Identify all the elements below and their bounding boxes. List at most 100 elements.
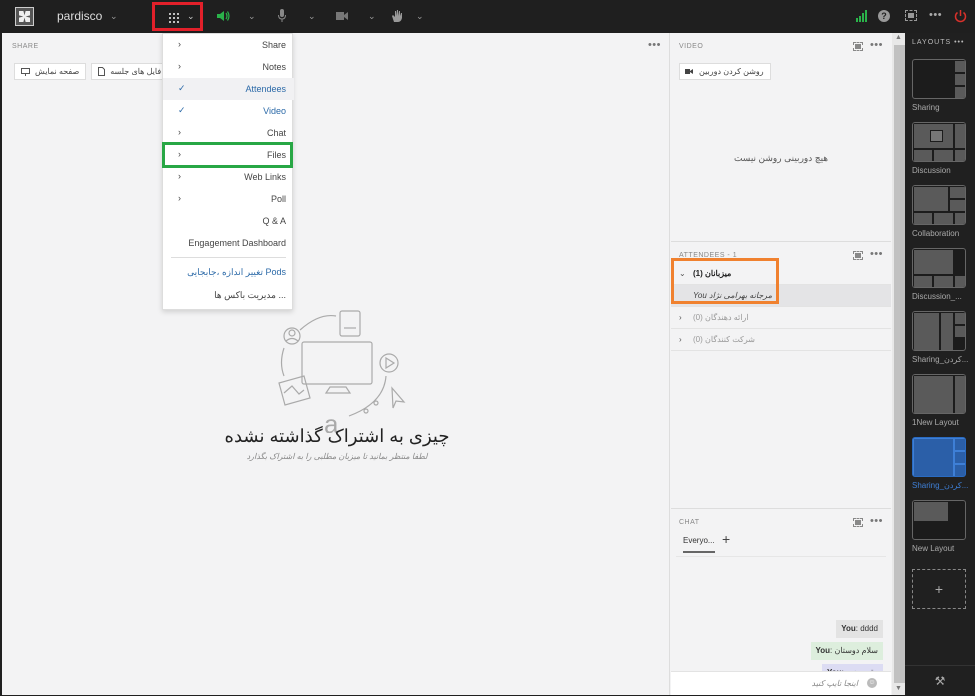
layouts-settings-icon[interactable]: ⚒	[905, 665, 975, 695]
layout-item-active[interactable]: Sharing_کردن...	[912, 437, 968, 490]
maximize-icon[interactable]	[853, 518, 863, 527]
menu-item-label: Chat	[266, 128, 286, 138]
chevron-right-icon: ›	[178, 39, 181, 49]
chevron-down-icon[interactable]: ⌄	[110, 11, 118, 22]
chevron-down-icon[interactable]: ⌄	[248, 11, 256, 22]
maximize-icon[interactable]	[853, 42, 863, 51]
chat-tab-everyone[interactable]: Everyo...	[683, 536, 715, 553]
video-more-icon[interactable]: •••	[870, 39, 883, 51]
camera-icon[interactable]	[336, 11, 349, 21]
layouts-sidebar: LAYOUTS ••• Sharing Discussion Collabora…	[905, 33, 975, 695]
maximize-icon[interactable]	[853, 251, 863, 260]
raise-hand-icon[interactable]	[391, 9, 403, 23]
share-files-button[interactable]: فایل های جلسه	[91, 63, 169, 80]
app-logo	[15, 7, 34, 26]
layouts-title[interactable]: LAYOUTS •••	[912, 39, 964, 46]
share-files-label: فایل های جلسه	[110, 67, 162, 76]
signal-icon	[856, 10, 867, 22]
chevron-right-icon: ›	[178, 193, 181, 203]
menu-item-share[interactable]: › Share	[163, 34, 294, 56]
menu-item-qa[interactable]: Q & A	[163, 210, 294, 232]
menu-item-video[interactable]: ✓ Video	[163, 100, 294, 122]
share-screen-label: صفحه نمایش	[35, 67, 80, 76]
chevron-down-icon[interactable]: ⌄	[368, 11, 376, 22]
pods-menu-button[interactable]: ⌄	[152, 2, 203, 31]
layout-name: Discussion_...	[912, 292, 962, 301]
check-icon: ✓	[178, 105, 186, 115]
chevron-right-icon: ›	[679, 313, 682, 322]
attendee-group-participants[interactable]: › شرکت کنندگان (0)	[671, 329, 891, 351]
menu-item-label: Notes	[262, 62, 286, 72]
turn-on-camera-label: روشن کردن دوربین	[699, 67, 764, 76]
menu-item-chat[interactable]: › Chat	[163, 122, 294, 144]
layout-item[interactable]: Collaboration	[912, 185, 966, 238]
menu-item-label: مدیریت باکس ها ...	[214, 290, 286, 300]
share-more-icon[interactable]: •••	[648, 39, 661, 51]
chat-placeholder: اینجا تایپ کنید	[811, 679, 859, 688]
speaker-icon[interactable]	[216, 10, 230, 22]
no-camera-message: هیچ دوربینی روشن نیست	[733, 153, 829, 163]
menu-item-engagement-dashboard[interactable]: Engagement Dashboard	[163, 232, 294, 254]
chat-pod: CHAT ••• Everyo... + You: dddd You: سلام…	[671, 508, 891, 695]
emoji-icon[interactable]: ☺	[867, 678, 877, 688]
attendees-more-icon[interactable]: •••	[870, 248, 883, 260]
chevron-down-icon[interactable]: ⌄	[308, 11, 316, 22]
attendee-group-presenters[interactable]: › ارائه دهندگان (0)	[671, 307, 891, 329]
layout-name: 1New Layout	[912, 418, 959, 427]
menu-item-label: Share	[261, 40, 286, 50]
menu-item-web-links[interactable]: › Web Links	[163, 166, 294, 188]
group-label: ارائه دهندگان (0)	[693, 313, 749, 322]
help-icon[interactable]: ?	[878, 10, 890, 22]
group-label: شرکت کنندگان (0)	[693, 335, 755, 344]
add-chat-tab-button[interactable]: +	[722, 531, 730, 547]
message-sender: You	[815, 646, 831, 655]
microphone-icon[interactable]	[278, 9, 286, 23]
chat-message: You: dddd	[836, 620, 883, 638]
layout-name: Collaboration	[912, 229, 960, 238]
layout-name: Sharing_کردن...	[912, 355, 969, 364]
add-layout-button[interactable]: +	[912, 569, 966, 609]
menu-item-attendees[interactable]: ✓ Attendees	[163, 78, 294, 100]
menu-divider	[171, 257, 286, 258]
fullscreen-icon[interactable]	[905, 10, 917, 21]
layout-name: New Layout	[912, 544, 955, 553]
power-icon[interactable]	[954, 9, 967, 23]
layout-item[interactable]: 1New Layout	[912, 374, 966, 427]
layout-item[interactable]: Sharing_کردن...	[912, 311, 968, 364]
video-pod: VIDEO ••• روشن کردن دوربین هیچ دوربینی ر…	[671, 33, 891, 241]
camera-icon	[685, 69, 693, 74]
menu-item-label: تغییر اندازه ،جابجایی Pods	[187, 267, 286, 277]
layout-thumbnail	[912, 248, 966, 288]
layout-item[interactable]: Discussion_...	[912, 248, 966, 301]
apps-grid-icon	[168, 12, 179, 23]
chat-title: CHAT	[679, 519, 700, 526]
more-icon[interactable]: •••	[929, 9, 942, 21]
chevron-right-icon: ›	[178, 171, 181, 181]
layout-thumbnail	[912, 59, 966, 99]
menu-item-notes[interactable]: › Notes	[163, 56, 294, 78]
chat-input[interactable]: اینجا تایپ کنید ☺	[671, 671, 891, 695]
layout-name: Sharing	[912, 103, 940, 112]
menu-item-manage-pods[interactable]: مدیریت باکس ها ...	[163, 284, 294, 306]
menu-item-move-resize-pods[interactable]: تغییر اندازه ،جابجایی Pods	[163, 261, 294, 283]
scroll-down-icon[interactable]: ▼	[895, 685, 902, 692]
layout-thumbnail	[912, 500, 966, 540]
menu-item-poll[interactable]: › Poll	[163, 188, 294, 210]
turn-on-camera-button[interactable]: روشن کردن دوربین	[679, 63, 771, 80]
chat-more-icon[interactable]: •••	[870, 515, 883, 527]
layout-item[interactable]: New Layout	[912, 500, 966, 553]
divider	[676, 556, 886, 557]
pods-dropdown-menu: › Share › Notes ✓ Attendees ✓ Video › Chat › F…	[162, 33, 294, 310]
attendees-highlight	[671, 258, 779, 304]
share-screen-button[interactable]: صفحه نمایش	[14, 63, 87, 80]
message-sender: You	[841, 624, 856, 633]
room-name[interactable]: pardisco	[57, 9, 102, 23]
scroll-thumb[interactable]	[894, 45, 905, 683]
menu-item-label: Engagement Dashboard	[188, 238, 286, 248]
layout-thumbnail	[912, 311, 966, 351]
layout-item[interactable]: Discussion	[912, 122, 966, 175]
scroll-up-icon[interactable]: ▲	[895, 34, 902, 41]
layout-item[interactable]: Sharing	[912, 59, 966, 112]
chevron-down-icon[interactable]: ⌄	[416, 11, 424, 22]
menu-item-label: Q & A	[262, 216, 286, 226]
